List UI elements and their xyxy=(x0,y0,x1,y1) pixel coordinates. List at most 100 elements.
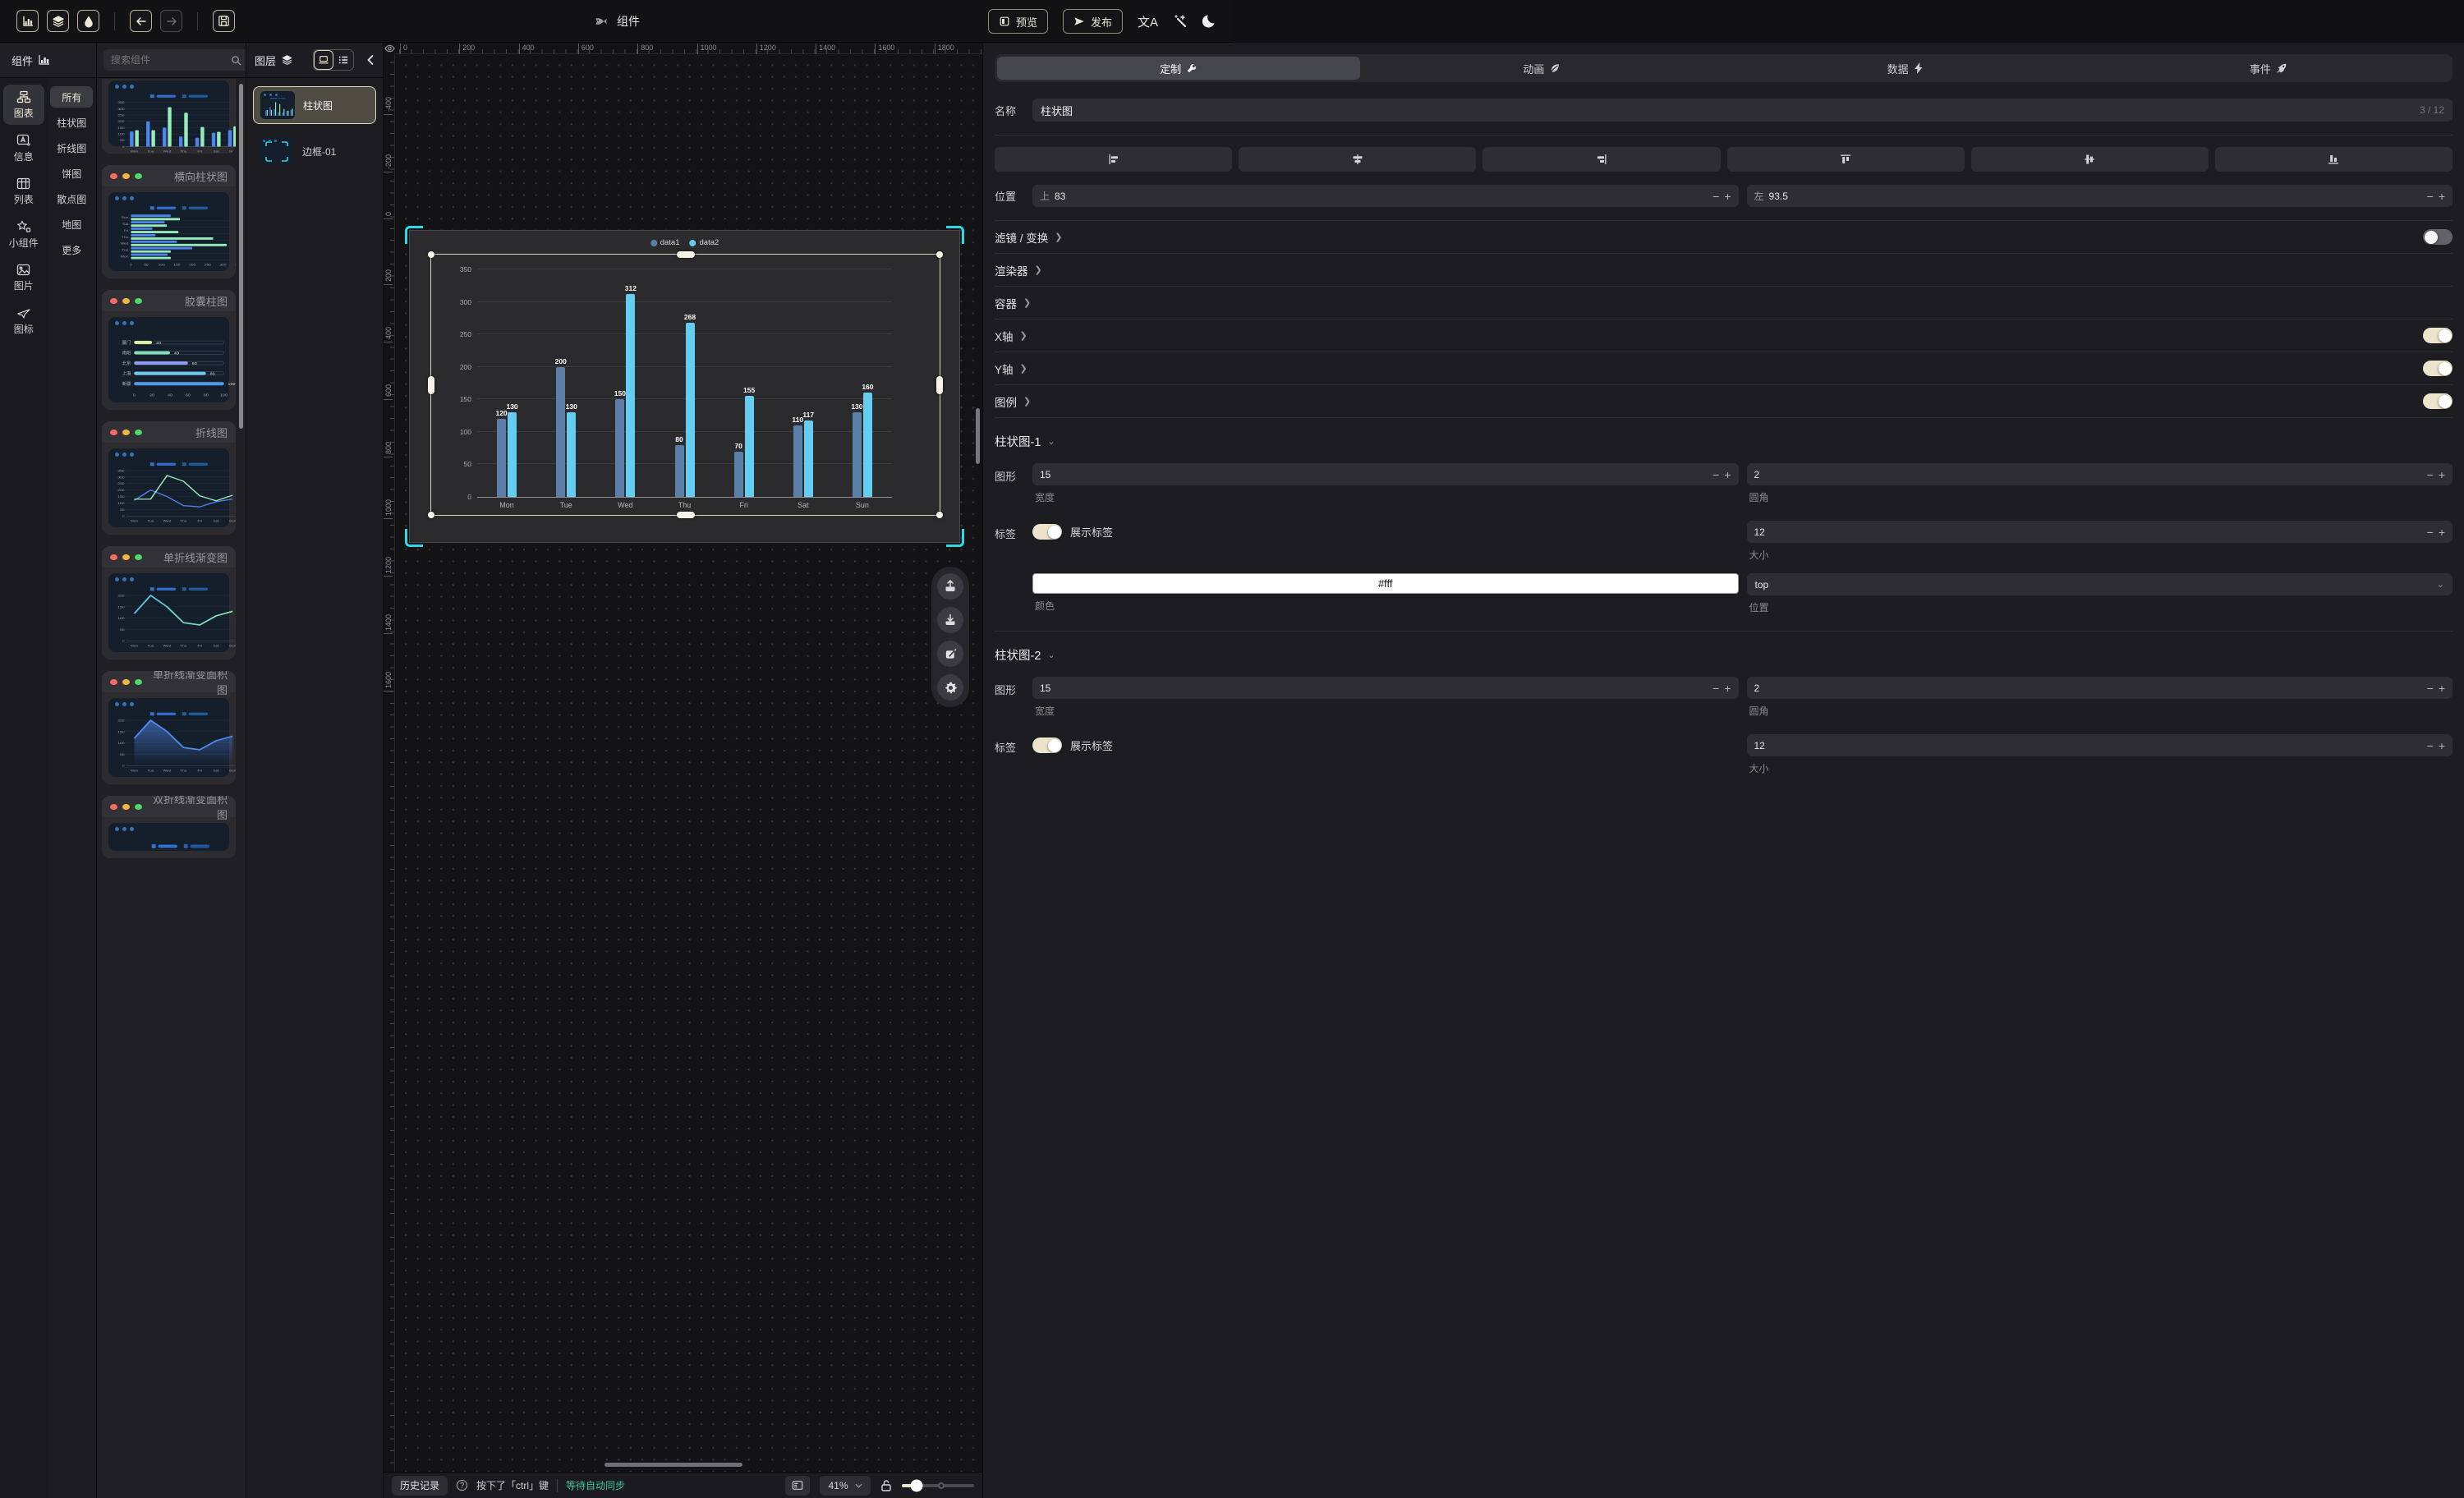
resize-handle-s[interactable] xyxy=(677,512,695,518)
canvas-vertical-scrollbar[interactable] xyxy=(976,408,980,464)
component-card-bar[interactable]: 050100150200250300350MonTueWedThuFriSatS… xyxy=(102,79,236,154)
canvas-horizontal-scrollbar[interactable] xyxy=(605,1463,742,1467)
chart-legend[interactable]: data1 data2 xyxy=(650,238,719,247)
filter-transform-row[interactable]: 滤镜 / 变换 ❯ xyxy=(995,221,2453,254)
undo-button[interactable] xyxy=(130,10,152,32)
category-all[interactable]: 所有 xyxy=(50,86,93,108)
y-axis-toggle[interactable] xyxy=(2423,361,2453,376)
rail-item-charts[interactable]: 图表 xyxy=(3,85,44,125)
bar1-section-header[interactable]: 柱状图-1 ⌄ xyxy=(995,433,2453,450)
decrement-button[interactable]: − xyxy=(2427,682,2434,695)
tab-data[interactable]: 数据 xyxy=(1724,57,2087,80)
legend-toggle[interactable] xyxy=(2423,393,2453,409)
selection-box[interactable] xyxy=(430,254,940,516)
rail-item-list[interactable]: 列表 xyxy=(3,172,44,211)
container-row[interactable]: 容器 ❯ xyxy=(995,287,2453,319)
layout-panel-icon[interactable] xyxy=(785,1476,810,1496)
renderer-row[interactable]: 渲染器 ❯ xyxy=(995,254,2453,287)
legend-row[interactable]: 图例 ❯ xyxy=(995,385,2453,418)
component-card-line[interactable]: 折线图 050100150200250300350MonTueWedThuFri… xyxy=(102,421,236,535)
component-card-capsule[interactable]: 胶囊柱图 厦门20南阳40北京60上海80新疆100020406080100 xyxy=(102,290,236,410)
category-line[interactable]: 折线图 xyxy=(50,137,93,159)
rail-item-widgets[interactable]: 小组件 xyxy=(3,214,44,255)
align-top-button[interactable] xyxy=(1727,147,1965,172)
align-right-button[interactable] xyxy=(1483,147,1720,172)
name-input[interactable]: 柱状图 3 / 12 xyxy=(1032,99,2453,122)
rail-item-icons[interactable]: 图标 xyxy=(3,301,44,341)
theme-color-button[interactable] xyxy=(77,10,99,32)
collapse-panel-chevron-icon[interactable] xyxy=(365,54,375,66)
tab-animation[interactable]: 动画 xyxy=(1360,57,1723,80)
chart-panel-button[interactable] xyxy=(16,10,39,32)
decrement-button[interactable]: − xyxy=(2427,190,2434,203)
category-bar[interactable]: 柱状图 xyxy=(50,112,93,133)
increment-button[interactable]: + xyxy=(2439,682,2445,695)
resize-handle-sw[interactable] xyxy=(428,512,434,518)
align-middle-vertical-button[interactable] xyxy=(1971,147,2209,172)
component-card-double-area[interactable]: 双折线渐变面积图 xyxy=(102,796,236,858)
category-map[interactable]: 地图 xyxy=(50,214,93,235)
layer-item-border[interactable]: 边框-01 xyxy=(253,132,376,170)
translate-icon[interactable]: 文A xyxy=(1138,13,1158,30)
bar1-label-size-stepper[interactable]: 12 − + xyxy=(1747,521,2453,543)
position-left-stepper[interactable]: 左 93.5 − + xyxy=(1747,185,2453,207)
layer-thumbnail-view-button[interactable] xyxy=(314,50,333,70)
resize-handle-n[interactable] xyxy=(677,251,695,258)
zoom-slider[interactable] xyxy=(902,1484,974,1487)
save-button[interactable] xyxy=(213,10,235,32)
bar1-width-stepper[interactable]: 15 − + xyxy=(1032,463,1739,485)
align-left-button[interactable] xyxy=(995,147,1232,172)
increment-button[interactable]: + xyxy=(1724,468,1731,481)
resize-handle-nw[interactable] xyxy=(428,251,434,258)
bar2-width-stepper[interactable]: 15 − + xyxy=(1032,677,1739,699)
decrement-button[interactable]: − xyxy=(1712,190,1719,203)
layer-list-view-button[interactable] xyxy=(333,50,353,70)
legend-item-data1[interactable]: data1 xyxy=(650,238,680,247)
increment-button[interactable]: + xyxy=(2439,526,2445,539)
filter-toggle[interactable] xyxy=(2423,229,2453,245)
rail-item-images[interactable]: 图片 xyxy=(3,258,44,297)
tab-events[interactable]: 事件 xyxy=(2087,57,2450,80)
resize-handle-ne[interactable] xyxy=(936,251,943,258)
increment-button[interactable]: + xyxy=(1724,682,1731,695)
position-top-stepper[interactable]: 上 83 − + xyxy=(1032,185,1739,207)
layer-item-bar-chart[interactable]: 柱状图 xyxy=(253,86,376,124)
x-axis-toggle[interactable] xyxy=(2423,328,2453,343)
increment-button[interactable]: + xyxy=(2439,190,2445,203)
category-scatter[interactable]: 散点图 xyxy=(50,188,93,209)
y-axis-row[interactable]: Y轴 ❯ xyxy=(995,352,2453,385)
decrement-button[interactable]: − xyxy=(2427,739,2434,752)
layers-panel-button[interactable] xyxy=(47,10,69,32)
bar2-section-header[interactable]: 柱状图-2 ⌄ xyxy=(995,646,2453,664)
increment-button[interactable]: + xyxy=(1724,190,1731,203)
bar2-radius-stepper[interactable]: 2 − + xyxy=(1747,677,2453,699)
history-button[interactable]: 历史记录 xyxy=(392,1476,448,1496)
dark-mode-moon-icon[interactable] xyxy=(1202,14,1217,29)
settings-gear-icon[interactable] xyxy=(937,674,963,701)
components-scrollbar[interactable] xyxy=(239,84,243,429)
increment-button[interactable]: + xyxy=(2439,468,2445,481)
resize-handle-se[interactable] xyxy=(936,512,943,518)
legend-item-data2[interactable]: data2 xyxy=(690,238,719,247)
zoom-slider-knob[interactable] xyxy=(911,1479,923,1491)
design-canvas[interactable]: 020040060080010001200140016001800 -400-2… xyxy=(384,43,982,1472)
decrement-button[interactable]: − xyxy=(1712,682,1719,695)
eye-icon[interactable] xyxy=(384,44,395,53)
decrement-button[interactable]: − xyxy=(1712,468,1719,481)
redo-button[interactable] xyxy=(160,10,182,32)
decrement-button[interactable]: − xyxy=(2427,468,2434,481)
align-center-horizontal-button[interactable] xyxy=(1239,147,1476,172)
import-button[interactable] xyxy=(937,607,963,633)
preview-button[interactable]: 预览 xyxy=(988,9,1048,34)
decrement-button[interactable]: − xyxy=(2427,526,2434,539)
resize-handle-e[interactable] xyxy=(936,376,943,394)
component-card-gradient-line[interactable]: 单折线渐变图 050100150200MonTueWedThuFriSatSun xyxy=(102,546,236,659)
edit-button[interactable] xyxy=(937,641,963,667)
zoom-level-select[interactable]: 41% xyxy=(820,1476,871,1496)
bar1-radius-stepper[interactable]: 2 − + xyxy=(1747,463,2453,485)
bar1-show-label-toggle[interactable] xyxy=(1032,524,1062,540)
category-more[interactable]: 更多 xyxy=(50,239,93,260)
increment-button[interactable]: + xyxy=(2439,739,2445,752)
publish-button[interactable]: 发布 xyxy=(1063,9,1123,34)
align-bottom-button[interactable] xyxy=(2215,147,2453,172)
